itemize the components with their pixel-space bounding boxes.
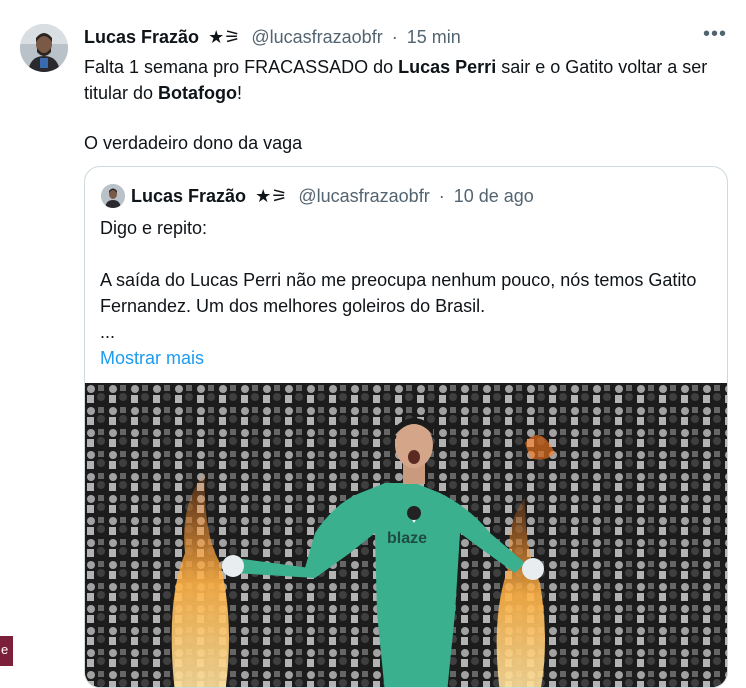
tweet-timestamp[interactable]: 15 min [407, 27, 461, 47]
author-badge-emoji: ★⚞ [208, 27, 241, 47]
quoted-avatar-photo [101, 184, 125, 208]
quoted-tweet-timestamp: 10 de ago [453, 186, 534, 206]
quoted-author-badge-emoji: ★⚞ [255, 186, 288, 206]
quoted-line-3: ... [100, 322, 116, 342]
author-handle[interactable]: @lucasfrazaobfr [251, 27, 382, 47]
tweet-text: Falta 1 semana pro FRACASSADO do Lucas P… [84, 54, 724, 156]
show-more-link[interactable]: Mostrar mais [100, 345, 204, 371]
jersey-sponsor-text: blaze [387, 530, 427, 547]
author-avatar[interactable] [20, 24, 68, 72]
author-name[interactable]: Lucas Frazão [84, 27, 199, 47]
quoted-author-handle: @lucasfrazaobfr [298, 186, 430, 206]
quoted-tweet-text: Digo e repito: A saída do Lucas Perri nã… [100, 215, 710, 371]
avatar-photo [20, 24, 68, 72]
more-options-icon[interactable]: ••• [700, 24, 730, 50]
quoted-author-name: Lucas Frazão [131, 186, 247, 206]
text-segment: Falta 1 semana pro FRACASSADO do [84, 57, 399, 77]
text-segment: ! [237, 83, 243, 103]
separator-dot: · [438, 186, 445, 206]
quoted-tweet-card[interactable]: Lucas Frazão ★⚞ @lucasfrazaobfr · 10 de … [84, 166, 728, 688]
quoted-author-avatar [101, 184, 125, 208]
tweet-paragraph-1: Falta 1 semana pro FRACASSADO do Lucas P… [84, 54, 724, 106]
quoted-line-2: A saída do Lucas Perri não me preocupa n… [100, 270, 697, 316]
goalkeeper-celebration-image: blaze [85, 383, 727, 687]
bold-mention-lucas-perri: Lucas Perri [398, 57, 497, 77]
quoted-line-1: Digo e repito: [100, 218, 208, 238]
quoted-tweet-photo[interactable]: blaze [85, 383, 727, 687]
tweet-header: Lucas Frazão ★⚞ @lucasfrazaobfr · 15 min [84, 26, 461, 48]
tweet-paragraph-2: O verdadeiro dono da vaga [84, 133, 303, 153]
quoted-tweet-header: Lucas Frazão ★⚞ @lucasfrazaobfr · 10 de … [131, 185, 534, 207]
bold-mention-botafogo: Botafogo [158, 83, 238, 103]
separator-dot: · [391, 27, 398, 47]
corner-tab[interactable]: e [0, 636, 13, 666]
